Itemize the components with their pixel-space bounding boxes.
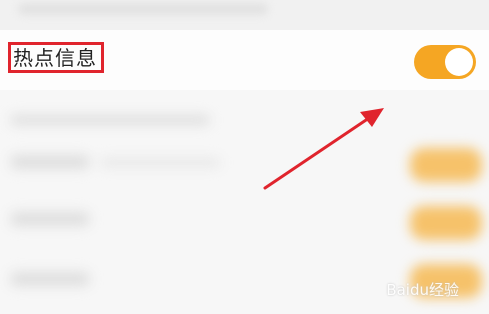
blurred-text (18, 3, 268, 15)
blurred-text (10, 155, 90, 169)
blurred-text (10, 272, 90, 286)
toggle-switch[interactable] (414, 45, 476, 79)
blurred-text (10, 212, 90, 226)
setting-row-hotspot-info[interactable]: 热点信息 (0, 30, 489, 90)
blurred-text (100, 158, 220, 167)
blurred-text (10, 115, 210, 125)
watermark: Baidu经验 (386, 281, 459, 299)
blurred-toggle (410, 148, 482, 182)
blurred-header (0, 0, 489, 30)
toggle-knob (445, 48, 473, 76)
setting-label: 热点信息 (13, 46, 97, 70)
blurred-toggle (410, 206, 482, 240)
